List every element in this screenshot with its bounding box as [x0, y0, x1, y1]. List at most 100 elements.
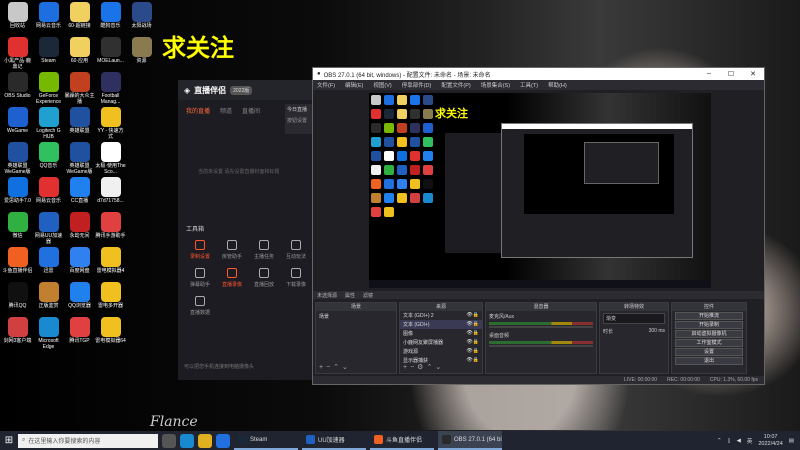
desktop-icon[interactable]: 剑网3客户端 — [2, 317, 33, 352]
desktop-icon[interactable]: WeGame — [2, 107, 33, 142]
control-button[interactable]: 设置 — [675, 348, 743, 356]
desktop-icon[interactable]: 网易云音乐 — [33, 177, 64, 212]
desktop-icon[interactable]: QQ音乐 — [33, 142, 64, 177]
taskbar-search-input[interactable]: ⌕ 在这里输入你要搜索的内容 — [18, 433, 158, 448]
desktop-icon[interactable]: 雷电模拟器4 — [95, 247, 126, 282]
toolbox-item[interactable]: 主播任务 — [248, 240, 280, 268]
desktop-icon[interactable]: OBS Studio — [2, 72, 33, 107]
source-item[interactable]: 小鹿网友聚屏播器 👁🔒 — [400, 338, 482, 347]
toolbox-item[interactable]: 弹幕助手 — [184, 268, 216, 296]
toolbox-item[interactable]: 录制设置 — [184, 240, 216, 268]
obs-menu-item[interactable]: 场景集合(S) — [481, 81, 510, 89]
obs-menu-item[interactable]: 帮助(H) — [548, 81, 567, 89]
file-explorer-icon[interactable] — [198, 433, 212, 448]
source-item[interactable]: 文本 (GDI+) 👁🔒 — [400, 320, 482, 329]
toolbox-item[interactable]: 直播回放 — [248, 268, 280, 296]
tab-room[interactable]: 直播间 — [242, 106, 260, 115]
visibility-lock-icon[interactable]: 👁🔒 — [466, 312, 479, 319]
desktop-icon[interactable]: 网易UU加速器 — [33, 212, 64, 247]
desktop-icon[interactable]: 酷狗音乐 — [95, 2, 126, 37]
desktop-icon[interactable]: 资源 — [126, 37, 157, 72]
taskbar-task[interactable]: 斗鱼直播伴侣 — [370, 431, 434, 450]
desktop-icon[interactable]: 正版鉴赏 — [33, 282, 64, 317]
obs-menu-item[interactable]: 编辑(E) — [345, 81, 363, 89]
control-button[interactable]: 工作室模式 — [675, 339, 743, 347]
obs-window[interactable]: ● OBS 27.0.1 (64 bit, windows) - 配置文件: 未… — [312, 67, 765, 385]
desktop-icon[interactable]: 雷电多开器 — [95, 282, 126, 317]
obs-menu-item[interactable]: 工具(T) — [520, 81, 538, 89]
desktop-icon[interactable]: 60·应用 — [64, 37, 95, 72]
desktop-icon[interactable]: Football Manag... — [95, 72, 126, 107]
desktop-icon[interactable]: 爱思助手7.0 — [2, 177, 33, 212]
desktop-icon[interactable]: 腾讯TGP — [64, 317, 95, 352]
desktop-icon[interactable]: GeForce Experience — [33, 72, 64, 107]
desktop-icon[interactable]: 百度网盘 — [64, 247, 95, 282]
task-view-icon[interactable] — [162, 433, 176, 448]
desktop-icon[interactable]: 回收站 — [2, 2, 33, 37]
toolbox-item[interactable]: 互动玩法 — [280, 240, 312, 268]
desktop-icon[interactable]: 太阳战场 — [126, 2, 157, 37]
obs-menu-item[interactable]: 文件(F) — [317, 81, 335, 89]
visibility-lock-icon[interactable]: 👁🔒 — [466, 357, 479, 364]
taskbar-task[interactable]: UU加速器 — [302, 431, 366, 450]
network-icon[interactable]: ▯ — [728, 438, 731, 444]
duration-value[interactable]: 300 ms — [649, 328, 665, 335]
desktop-icon[interactable]: 英雄联盟WeGame版 — [2, 142, 33, 177]
duration-row[interactable]: 时长 300 ms — [600, 326, 668, 337]
source-item[interactable]: 游戏源 👁🔒 — [400, 347, 482, 356]
control-button[interactable]: 开始推流 — [675, 312, 743, 320]
source-item[interactable]: 文本 (GDI+) 2 👁🔒 — [400, 311, 482, 320]
desktop-icon[interactable]: YY - 快速方式 — [95, 107, 126, 142]
control-button[interactable]: 退出 — [675, 357, 743, 365]
taskbar-task[interactable]: OBS 27.0.1 (64 bit... — [438, 431, 502, 450]
camera-hint[interactable]: 可以把您手机连接到电脑摄像头 — [184, 363, 254, 370]
desktop-icon[interactable]: 腾讯手游助手 — [95, 212, 126, 247]
tab-my-live[interactable]: 我的直播 — [186, 106, 210, 115]
taskbar-clock[interactable]: 10:07 2022/4/24 — [758, 434, 782, 448]
store-icon[interactable] — [216, 433, 230, 448]
desktop-icon[interactable]: MOELaun... — [95, 37, 126, 72]
desktop-icon[interactable]: Logitech G HUB — [33, 107, 64, 142]
transition-select[interactable]: 渐变 — [603, 313, 665, 324]
source-item[interactable]: 图像 👁🔒 — [400, 329, 482, 338]
desktop-icon[interactable]: Steam — [33, 37, 64, 72]
toolbox-item[interactable]: 下载录像 — [280, 268, 312, 296]
visibility-lock-icon[interactable]: 👁🔒 — [466, 348, 479, 355]
obs-menu-item[interactable]: 停靠部件(D) — [402, 81, 432, 89]
desktop-icon[interactable]: 小黑产品·鹿鼎记 — [2, 37, 33, 72]
desktop-icon[interactable]: 英雄联盟 — [64, 107, 95, 142]
visibility-lock-icon[interactable]: 👁🔒 — [466, 321, 479, 328]
mic-volume-slider[interactable] — [489, 326, 593, 328]
filters-button[interactable]: 滤镜 — [363, 292, 373, 299]
volume-icon[interactable]: ◀ — [737, 438, 741, 444]
obs-preview[interactable]: 求关注 — [369, 93, 711, 288]
scenes-toolbar[interactable]: +−⌃⌄ — [319, 363, 351, 371]
desktop-icon[interactable]: d7d71758... — [95, 177, 126, 212]
desktop-icon[interactable]: 斗鱼直播伴侣 — [2, 247, 33, 282]
toolbox-item[interactable]: 房管助手 — [216, 240, 248, 268]
desktop-icon[interactable]: 腾讯QQ — [2, 282, 33, 317]
sources-toolbar[interactable]: +−⚙⌃⌄ — [403, 363, 444, 371]
obs-menu-item[interactable]: 视图(V) — [373, 81, 391, 89]
windows-start-icon[interactable]: ⊞ — [0, 431, 18, 450]
desktop-icon[interactable]: 雷电模拟器64 — [95, 317, 126, 352]
notification-icon[interactable]: ▤ — [789, 438, 794, 444]
desktop-icon[interactable]: QQ浏览器 — [64, 282, 95, 317]
toolbox-item[interactable]: 直播录像 — [216, 268, 248, 296]
input-language[interactable]: 英 — [747, 437, 753, 445]
tray-chevron-icon[interactable]: ⌃ — [717, 438, 722, 444]
desktop-icon[interactable]: Microsoft Edge — [33, 317, 64, 352]
toolbox-item[interactable]: 直播数据 — [184, 296, 216, 324]
visibility-lock-icon[interactable]: 👁🔒 — [466, 339, 479, 346]
mixer-channel-mic[interactable]: 麦克风/Aux — [486, 311, 596, 330]
edge-icon[interactable] — [180, 433, 194, 448]
desktop-icon[interactable]: 永劫无间 — [64, 212, 95, 247]
desktop-icon[interactable]: 暴躁的大众主播 — [64, 72, 95, 107]
minimize-icon[interactable]: – — [698, 70, 720, 78]
control-button[interactable]: 启动虚拟摄像机 — [675, 330, 743, 338]
properties-button[interactable]: 属性 — [345, 292, 355, 299]
control-button[interactable]: 开始录制 — [675, 321, 743, 329]
desktop-icon[interactable]: 网易云音乐 — [33, 2, 64, 37]
taskbar-task[interactable]: Steam — [234, 431, 298, 450]
desktop-icon[interactable]: CC直播 — [64, 177, 95, 212]
